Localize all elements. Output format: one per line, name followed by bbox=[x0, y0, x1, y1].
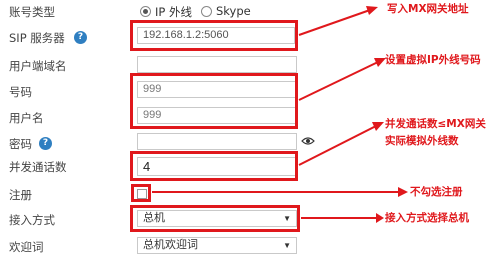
annotation-sip: 写入MX网关地址 bbox=[387, 3, 469, 15]
annotation-trunk-number: 设置虚拟IP外线号码 bbox=[385, 54, 481, 66]
annotation-access-mode: 接入方式选择总机 bbox=[385, 212, 469, 224]
annotation-concurrent-2: 实际模拟外线数 bbox=[385, 135, 459, 147]
annotation-register: 不勾选注册 bbox=[410, 186, 463, 198]
annotation-concurrent-1: 并发通话数≤MX网关 bbox=[385, 118, 486, 130]
